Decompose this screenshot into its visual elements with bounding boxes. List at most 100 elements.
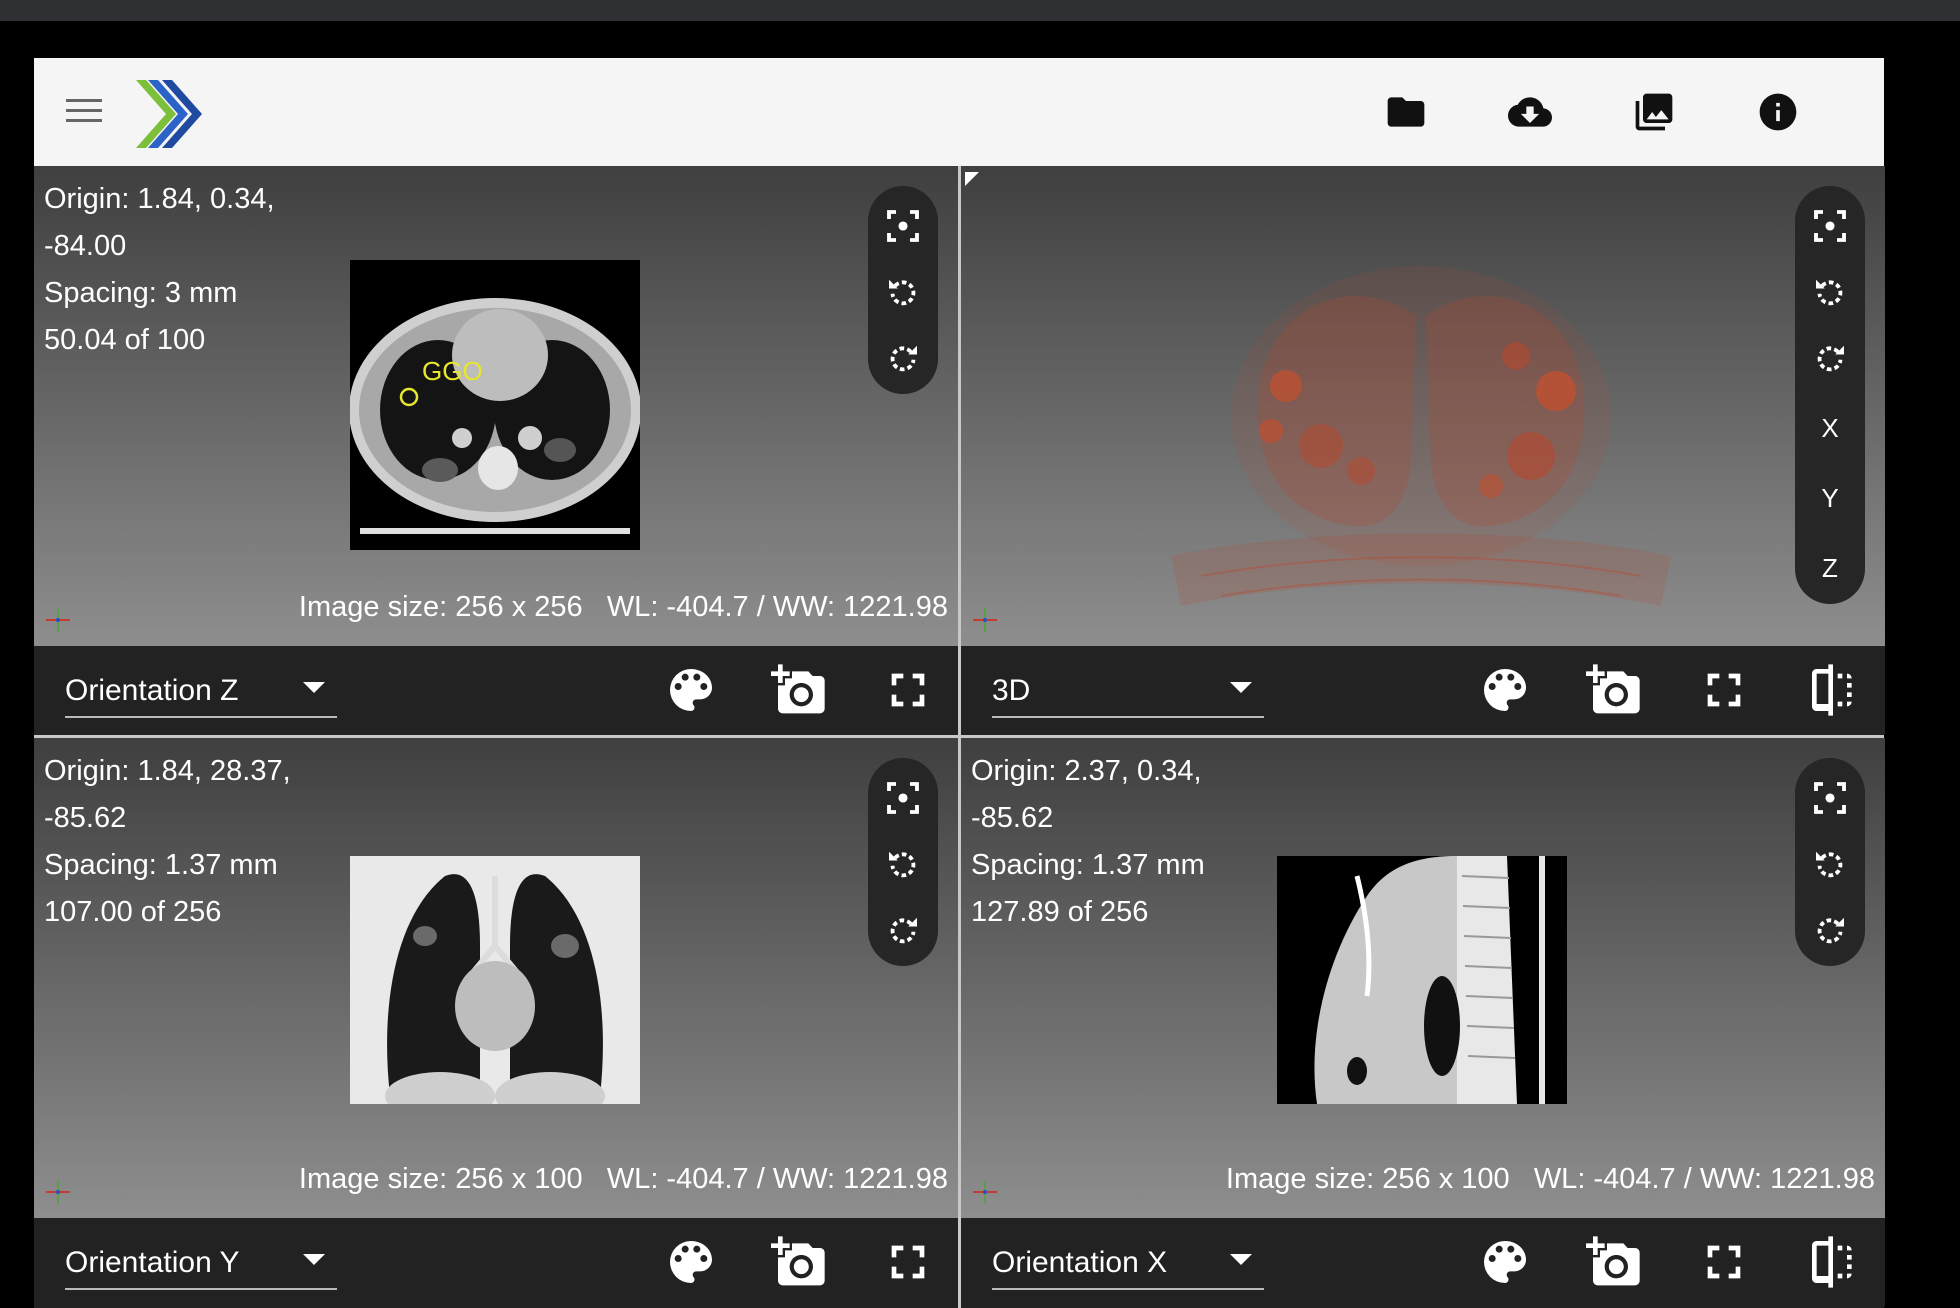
app-logo: [136, 80, 202, 148]
coronal-ct-slice[interactable]: [350, 856, 640, 1104]
view-axis-z-button[interactable]: Z: [1806, 544, 1854, 592]
image-info-footer-y: Image size: 256 x 100 WL: -404.7 / WW: 1…: [299, 1163, 948, 1196]
rotate-right-icon[interactable]: [879, 334, 927, 382]
folder-icon[interactable]: [1384, 90, 1428, 134]
window-top-strip: [0, 0, 1960, 21]
reset-camera-icon[interactable]: [1806, 202, 1854, 250]
orientation-select-value: Orientation Z: [65, 674, 239, 707]
origin-line-2: -85.62: [44, 802, 127, 834]
view-info-x: Origin: 2.37, 0.34, -85.62 Spacing: 1.37…: [971, 748, 1205, 936]
image-info-footer-z: Image size: 256 x 256 WL: -404.7 / WW: 1…: [299, 591, 948, 624]
view-toolbar-3d: 3D: [961, 646, 1885, 734]
rotate-right-icon[interactable]: [1806, 334, 1854, 382]
fullscreen-icon[interactable]: [1696, 1234, 1752, 1290]
axial-ct-slice[interactable]: GGO: [350, 260, 640, 550]
orientation-select-z[interactable]: Orientation Z: [65, 662, 337, 718]
image-size-text: Image size: 256 x 100: [1225, 1163, 1510, 1195]
slice-position-text: 50.04 of 100: [44, 324, 206, 356]
view-orientation-y: Origin: 1.84, 28.37, -85.62 Spacing: 1.3…: [34, 738, 958, 1306]
view-orientation-x: Origin: 2.37, 0.34, -85.62 Spacing: 1.37…: [961, 738, 1885, 1306]
images-icon[interactable]: [1632, 90, 1676, 134]
rotate-left-icon[interactable]: [879, 268, 927, 316]
app-bar: [34, 58, 1884, 166]
view-axis-y-button[interactable]: Y: [1806, 474, 1854, 522]
render-area-z[interactable]: Origin: 1.84, 0.34, -84.00 Spacing: 3 mm…: [34, 166, 958, 646]
window-level-text: WL: -404.7 / WW: 1221.98: [606, 1163, 948, 1195]
add-screenshot-icon[interactable]: [1586, 1234, 1642, 1290]
origin-line-2: -84.00: [44, 230, 127, 262]
fullscreen-icon[interactable]: [880, 662, 936, 718]
rotate-right-icon[interactable]: [879, 906, 927, 954]
orientation-select-y[interactable]: Orientation Y: [65, 1234, 337, 1290]
annotation-label[interactable]: GGO: [422, 356, 483, 386]
palette-icon[interactable]: [663, 662, 719, 718]
chevron-down-icon: [1230, 682, 1252, 693]
chevron-down-icon: [1230, 1254, 1252, 1265]
corner-marker-icon: [965, 172, 979, 186]
image-info-footer-x: Image size: 256 x 100 WL: -404.7 / WW: 1…: [1226, 1163, 1875, 1196]
spacing-text: Spacing: 1.37 mm: [971, 849, 1205, 881]
view-3d: X Y Z 3D: [961, 166, 1885, 734]
reset-camera-icon[interactable]: [879, 774, 927, 822]
origin-line-1: Origin: 1.84, 0.34,: [44, 183, 275, 215]
orientation-select-value: Orientation Y: [65, 1246, 240, 1279]
render-area-x[interactable]: Origin: 2.37, 0.34, -85.62 Spacing: 1.37…: [961, 738, 1885, 1218]
origin-line-1: Origin: 1.84, 28.37,: [44, 755, 291, 787]
slice-position-text: 107.00 of 256: [44, 896, 222, 928]
chevron-down-icon: [303, 682, 325, 693]
add-screenshot-icon[interactable]: [771, 1234, 827, 1290]
reset-camera-icon[interactable]: [1806, 774, 1854, 822]
info-icon[interactable]: [1756, 90, 1800, 134]
palette-icon[interactable]: [1477, 1234, 1533, 1290]
rotate-left-icon[interactable]: [1806, 840, 1854, 888]
orientation-select-3d[interactable]: 3D: [992, 662, 1264, 718]
cloud-download-icon[interactable]: [1508, 90, 1552, 134]
fullscreen-icon[interactable]: [1696, 662, 1752, 718]
viewer-app: Origin: 1.84, 0.34, -84.00 Spacing: 3 mm…: [34, 58, 1885, 1308]
compare-split-icon[interactable]: [1805, 1234, 1861, 1290]
sagittal-ct-slice[interactable]: [1277, 856, 1567, 1104]
spacing-text: Spacing: 1.37 mm: [44, 849, 278, 881]
add-screenshot-icon[interactable]: [1586, 662, 1642, 718]
image-size-text: Image size: 256 x 256: [298, 591, 583, 623]
view-divider-horizontal[interactable]: [34, 735, 1884, 738]
orientation-select-value: Orientation X: [992, 1246, 1168, 1279]
rotate-left-icon[interactable]: [1806, 268, 1854, 316]
view-tools-y: [868, 758, 938, 966]
image-size-text: Image size: 256 x 100: [298, 1163, 583, 1195]
reset-camera-icon[interactable]: [879, 202, 927, 250]
view-toolbar-x: Orientation X: [961, 1218, 1885, 1306]
view-axis-x-button[interactable]: X: [1806, 404, 1854, 452]
view-info-y: Origin: 1.84, 28.37, -85.62 Spacing: 1.3…: [44, 748, 291, 936]
orientation-axes-icon: [973, 1180, 997, 1204]
rotate-right-icon[interactable]: [1806, 906, 1854, 954]
window-level-text: WL: -404.7 / WW: 1221.98: [1533, 1163, 1875, 1195]
view-tools-x: [1795, 758, 1865, 966]
palette-icon[interactable]: [663, 1234, 719, 1290]
view-toolbar-z: Orientation Z: [34, 646, 958, 734]
origin-line-2: -85.62: [971, 802, 1054, 834]
volume-render[interactable]: [1161, 256, 1681, 636]
view-tools-z: [868, 186, 938, 394]
rotate-left-icon[interactable]: [879, 840, 927, 888]
fullscreen-icon[interactable]: [880, 1234, 936, 1290]
orientation-select-x[interactable]: Orientation X: [992, 1234, 1264, 1290]
view-toolbar-y: Orientation Y: [34, 1218, 958, 1306]
render-area-y[interactable]: Origin: 1.84, 28.37, -85.62 Spacing: 1.3…: [34, 738, 958, 1218]
orientation-axes-icon: [46, 608, 70, 632]
compare-split-icon[interactable]: [1805, 662, 1861, 718]
orientation-select-value: 3D: [992, 674, 1031, 707]
orientation-axes-icon: [973, 608, 997, 632]
view-orientation-z: Origin: 1.84, 0.34, -84.00 Spacing: 3 mm…: [34, 166, 958, 734]
window-level-text: WL: -404.7 / WW: 1221.98: [606, 591, 948, 623]
hamburger-menu-icon[interactable]: [64, 96, 104, 126]
view-tools-3d: X Y Z: [1795, 186, 1865, 604]
render-area-3d[interactable]: X Y Z: [961, 166, 1885, 646]
view-info-z: Origin: 1.84, 0.34, -84.00 Spacing: 3 mm…: [44, 176, 275, 364]
palette-icon[interactable]: [1477, 662, 1533, 718]
orientation-axes-icon: [46, 1180, 70, 1204]
slice-position-text: 127.89 of 256: [971, 896, 1149, 928]
add-screenshot-icon[interactable]: [771, 662, 827, 718]
spacing-text: Spacing: 3 mm: [44, 277, 238, 309]
origin-line-1: Origin: 2.37, 0.34,: [971, 755, 1202, 787]
